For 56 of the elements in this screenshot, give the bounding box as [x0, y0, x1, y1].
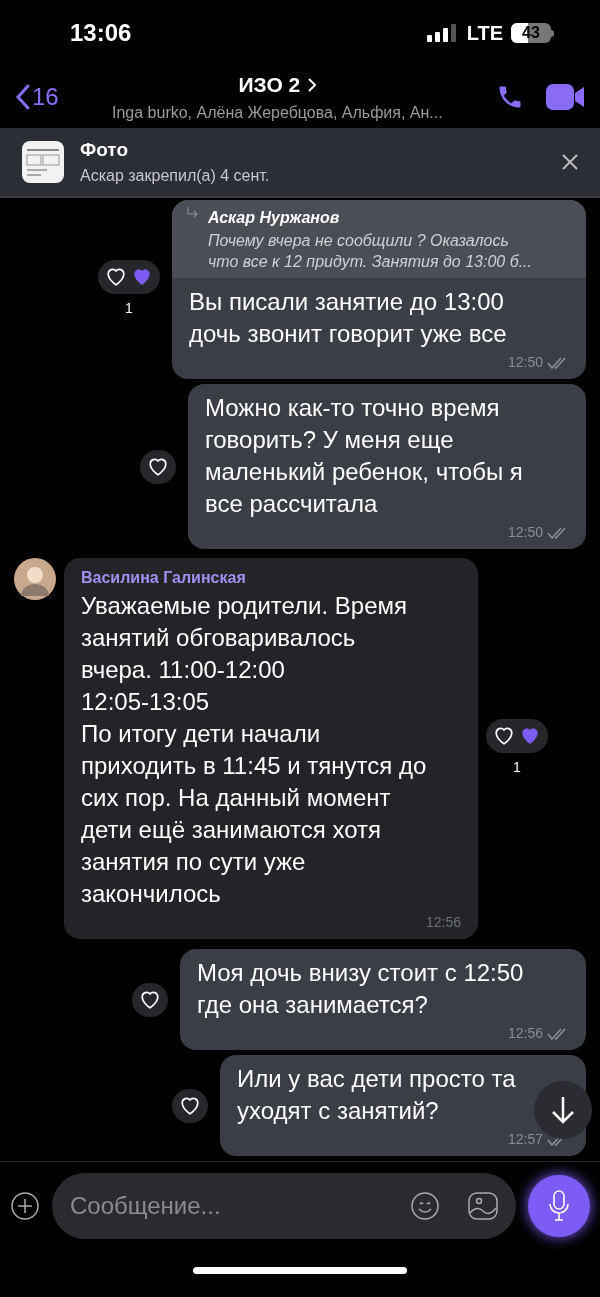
back-button[interactable]: 16 [16, 79, 59, 115]
reaction-pill[interactable] [140, 449, 176, 484]
quoted-reply[interactable]: Аскар Нуржанов Почему вчера не сообщили ? Оказалось что все к 12 придут. Занятия до 13:00 б... [172, 200, 586, 278]
close-icon[interactable] [562, 154, 578, 170]
pinned-subtitle: Аскар закрепил(а) 4 сент. [80, 166, 271, 187]
microphone-icon [548, 1189, 570, 1222]
reaction-pill[interactable] [132, 982, 168, 1017]
message-time: 12:56 [425, 913, 461, 932]
reaction-pill[interactable] [486, 719, 548, 753]
message-text: Моя дочь внизу стоит с 12:50 где она занимается? [197, 958, 524, 1020]
message-time: 12:57 [507, 1130, 543, 1149]
pinned-bar[interactable]: Фото Аскар закрепил(а) 4 сент. [0, 128, 600, 198]
image-icon[interactable] [468, 1191, 498, 1220]
reply-arrow-icon [186, 206, 198, 218]
message-text: Или у вас дети просто та уходят с занятий? [237, 1064, 516, 1126]
chevron-icon [308, 78, 317, 92]
message-text: Вы писали занятие до 13:00 дочь звонит говорит уже все [189, 287, 507, 349]
avatar[interactable] [14, 558, 56, 600]
status-time: 13:06 [70, 18, 132, 48]
message-time: 12:50 [507, 523, 543, 542]
heart-icon [148, 456, 168, 477]
reply-author: Аскар Нуржанов [208, 208, 341, 228]
message-text: Можно как-то точно время говорить? У меня еще маленький ребенок, чтобы я все рассчитала [205, 393, 523, 519]
heart-icon [494, 726, 514, 746]
reaction-pill[interactable] [172, 1088, 208, 1123]
signal-icon [426, 24, 459, 42]
message-bubble[interactable]: Или у вас дети просто та уходят с занятий? 12:57 [220, 1055, 586, 1156]
heart-icon [180, 1095, 200, 1116]
chevron-left-icon [16, 84, 30, 110]
microphone-button[interactable] [528, 1174, 590, 1237]
heart-icon [140, 989, 160, 1010]
message-bubble[interactable] [64, 558, 478, 939]
like-count: 1 [125, 299, 133, 318]
heart-icon [106, 267, 126, 287]
message-input[interactable]: Сообщение... [70, 1187, 382, 1224]
network-label: LTE [466, 21, 503, 46]
arrow-down-icon [550, 1095, 576, 1125]
chat-members: Inga burko, Алёна Жеребцова, Альфия, Ан... [112, 102, 443, 123]
message-time: 12:56 [507, 1024, 543, 1043]
like-count: 1 [513, 758, 521, 777]
heart-icon [520, 726, 540, 746]
sender-name: Василина Галинская [81, 568, 247, 588]
message-bubble[interactable]: Моя дочь внизу стоит с 12:50 где она занимается? 12:56 [180, 949, 586, 1050]
message-bubble[interactable]: Можно как-то точно время говорить? У меня еще маленький ребенок, чтобы я все рассчитала 12:50 [188, 384, 586, 549]
pinned-title: Фото [80, 137, 129, 162]
chat-title[interactable]: ИЗО 2 [238, 69, 301, 101]
heart-icon [132, 267, 152, 287]
message-time: 12:50 [507, 353, 543, 372]
add-icon[interactable] [10, 1190, 40, 1221]
emoji-icon[interactable] [410, 1190, 440, 1221]
message-field[interactable]: Сообщение... [52, 1172, 516, 1239]
message-text: Уважаемые родители. Время занятий обговаривалось вчера. 11:00-12:00 12:05-13:05 По итогу дети начали приходить в 11:45 и тянутся до сих пор. На данный момент дети ещё занимаются хотя занятия по сути уже закончилось [81, 591, 428, 909]
reaction-pill[interactable] [98, 260, 160, 294]
message-bubble[interactable]: Аскар Нуржанов Почему вчера не сообщили ? Оказалось что все к 12 придут. Занятия до 13:00 б... Вы писали занятие до 13:00 дочь звонит говорит уже все 12:50 [172, 200, 586, 379]
reply-text: Почему вчера не сообщили ? Оказалось что все к 12 придут. Занятия до 13:00 б... [208, 231, 532, 272]
video-call-icon[interactable] [546, 84, 584, 110]
